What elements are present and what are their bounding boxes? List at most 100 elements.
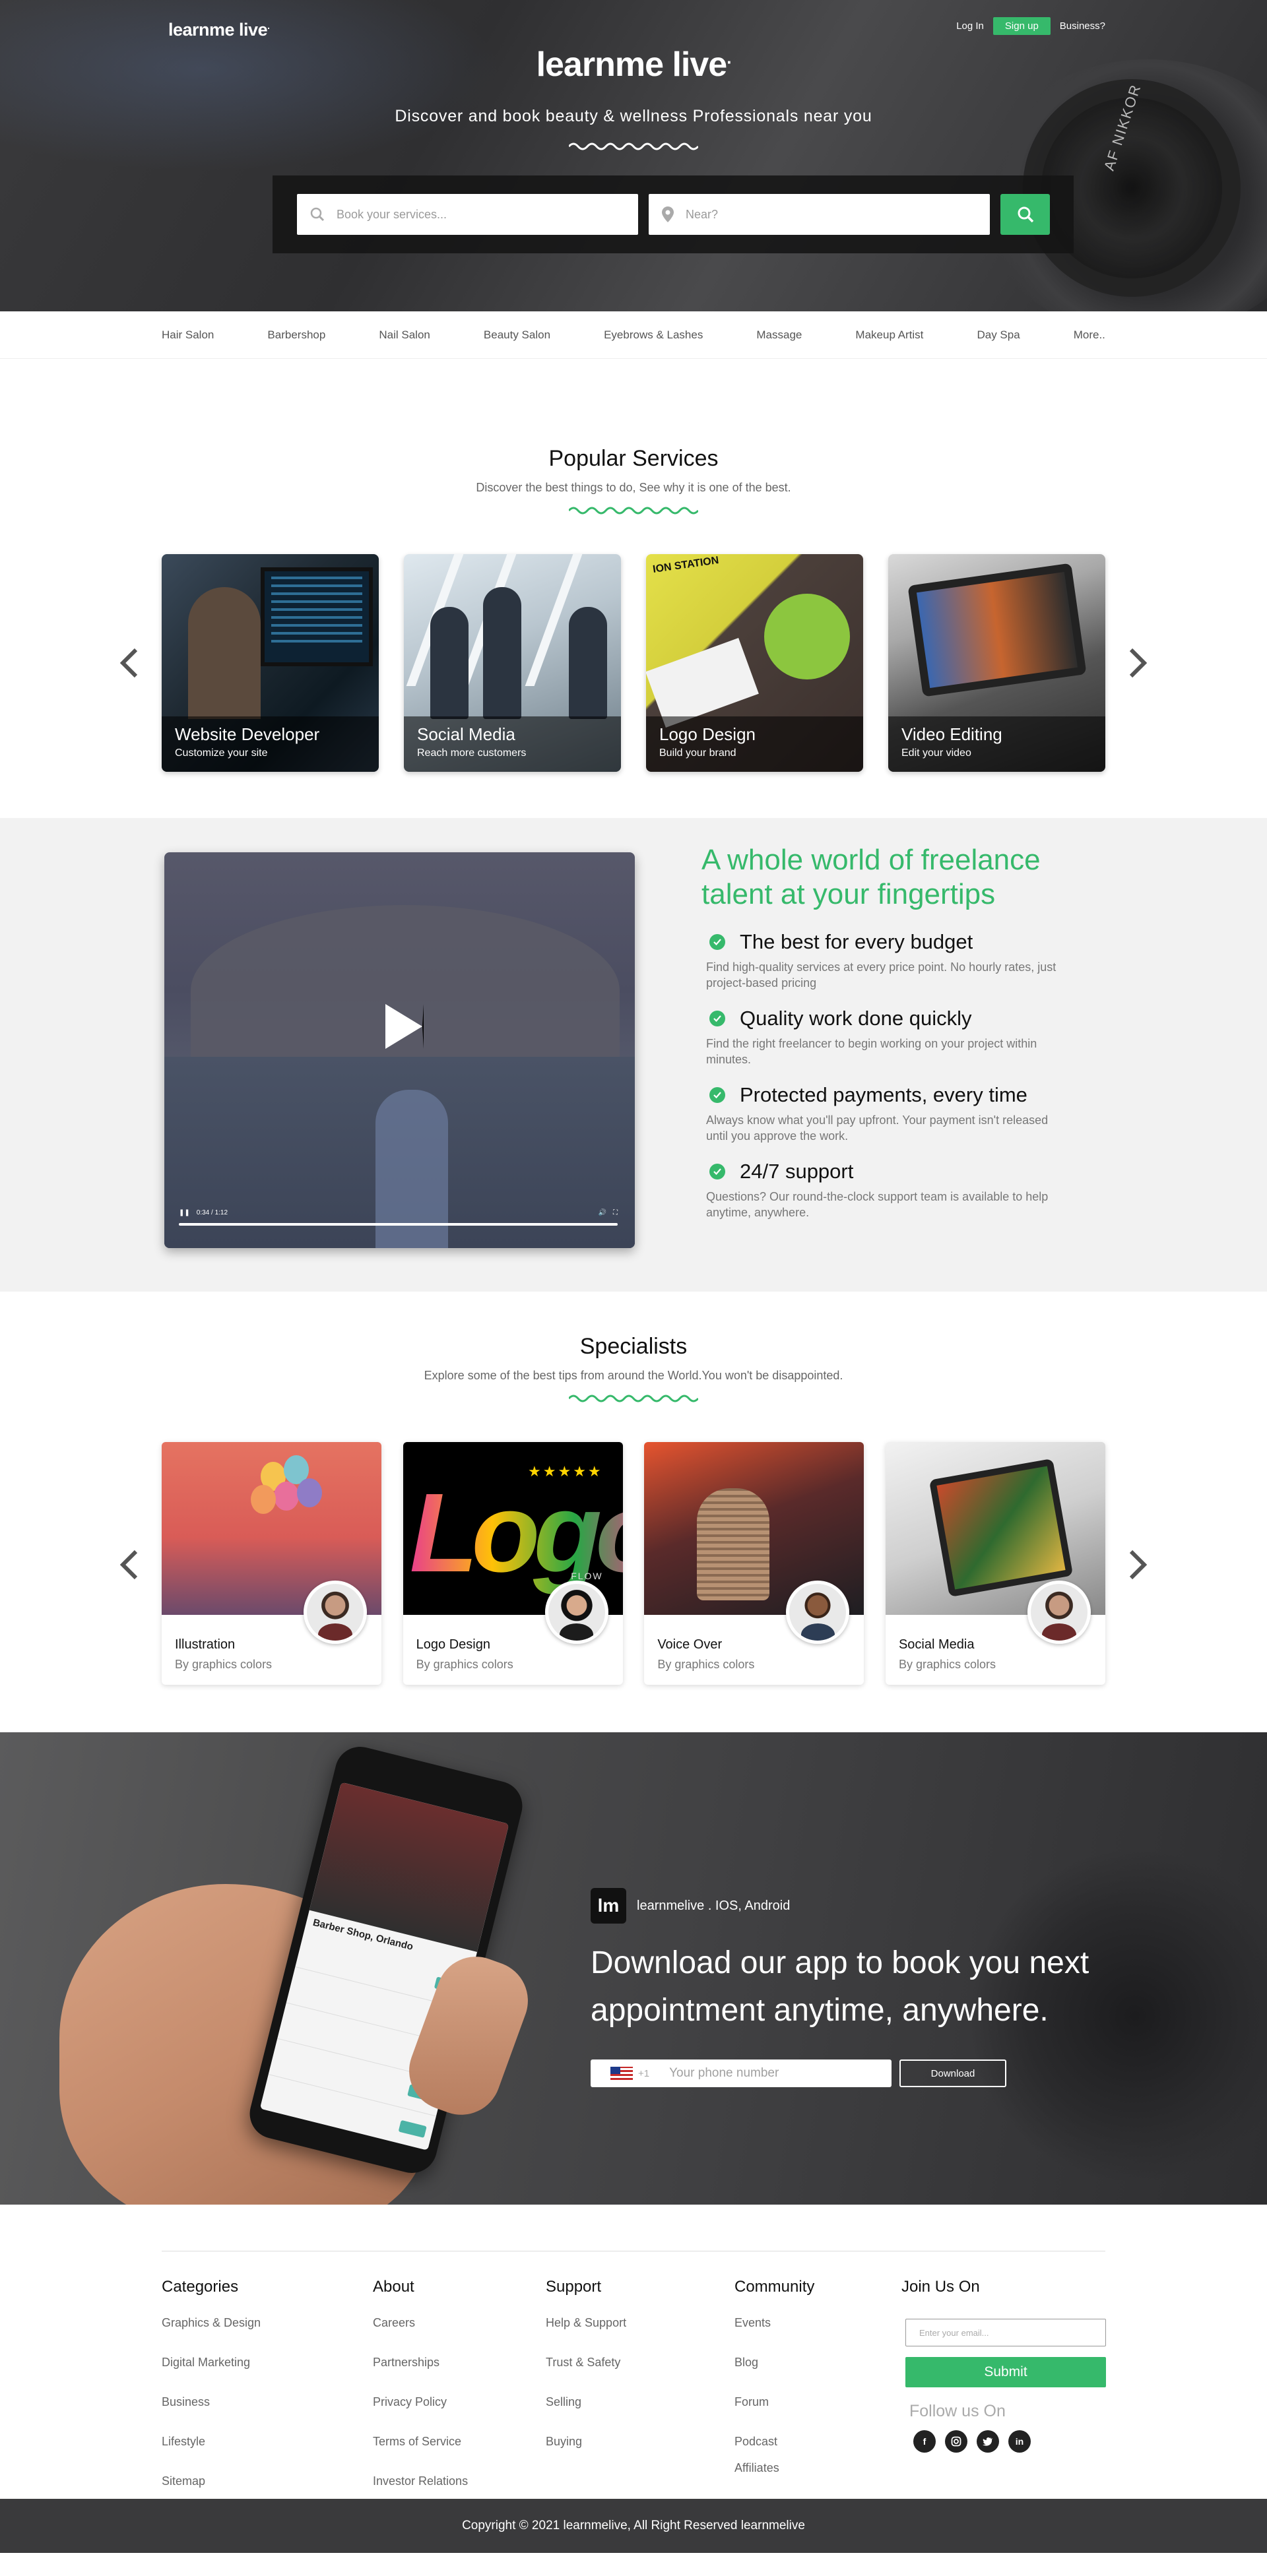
specialist-card[interactable]: Social Media By graphics colors <box>885 1442 1105 1685</box>
category-link[interactable]: More.. <box>1074 329 1105 342</box>
newsletter-email-input[interactable] <box>905 2319 1106 2346</box>
service-card[interactable]: Video Editing Edit your video <box>888 554 1105 772</box>
category-link[interactable]: Makeup Artist <box>855 329 923 342</box>
carousel-next-button[interactable] <box>1122 1545 1155 1585</box>
category-link[interactable]: Barbershop <box>267 329 325 342</box>
carousel-prev-button[interactable] <box>112 643 145 683</box>
signup-button[interactable]: Sign up <box>992 17 1051 35</box>
phone-number-field[interactable]: +1 <box>591 2059 892 2087</box>
service-card[interactable]: Website Developer Customize your site <box>162 554 379 772</box>
footer-link[interactable]: Partnerships <box>373 2356 468 2395</box>
specialist-card[interactable]: Logo★★★★★FLOW Logo Design By graphics co… <box>403 1442 623 1685</box>
service-card[interactable]: Social Media Reach more customers <box>404 554 621 772</box>
category-link[interactable]: Massage <box>756 329 802 342</box>
feature-heading: A whole world of freelance talent at you… <box>701 844 1041 910</box>
pause-icon[interactable]: ❚❚ <box>179 1209 190 1216</box>
check-circle-icon <box>709 1011 725 1026</box>
login-link[interactable]: Log In <box>956 20 984 32</box>
submit-button[interactable]: Submit <box>905 2357 1106 2387</box>
video-progress-bar[interactable] <box>179 1223 618 1226</box>
service-card[interactable]: ION STATION Logo Design Build your brand <box>646 554 863 772</box>
business-link[interactable]: Business? <box>1060 20 1105 32</box>
video-time: 0:34 / 1:12 <box>196 1209 228 1216</box>
footer-link[interactable]: Forum <box>734 2395 814 2435</box>
footer-columns: Categories Graphics & Design Digital Mar… <box>162 2251 1106 2529</box>
search-button[interactable] <box>1000 194 1050 235</box>
popular-title: Popular Services <box>548 446 719 471</box>
footer-link[interactable]: Careers <box>373 2316 468 2356</box>
footer-link[interactable]: Business <box>162 2395 261 2435</box>
search-icon <box>310 207 325 222</box>
copyright-bar: Copyright © 2021 learnmelive, All Right … <box>0 2499 1267 2553</box>
footer-link[interactable]: Privacy Policy <box>373 2395 468 2435</box>
footer-link[interactable]: Lifestyle <box>162 2435 261 2474</box>
hero-section: AF NIKKOR learnme live. Log In Sign up B… <box>0 0 1267 311</box>
specialist-subtitle: By graphics colors <box>175 1658 273 1671</box>
card-caption: Social Media Reach more customers <box>404 716 621 772</box>
location-search-input[interactable] <box>686 207 936 222</box>
footer-link[interactable]: Digital Marketing <box>162 2356 261 2395</box>
footer-link[interactable]: Events <box>734 2316 814 2356</box>
service-search-input[interactable] <box>337 207 587 222</box>
footer-link[interactable]: Help & Support <box>546 2316 626 2356</box>
card-subtitle: Edit your video <box>901 747 971 759</box>
carousel-next-button[interactable] <box>1122 643 1155 683</box>
hero-logo-mark: . <box>727 47 731 68</box>
specialist-card[interactable]: Illustration By graphics colors <box>162 1442 381 1685</box>
carousel-prev-button[interactable] <box>112 1545 145 1585</box>
footer-link[interactable]: Buying <box>546 2435 626 2474</box>
footer-link[interactable]: Terms of Service <box>373 2435 468 2474</box>
card-caption: Video Editing Edit your video <box>888 716 1105 772</box>
card-title: Social Media <box>417 724 515 744</box>
specialist-subtitle: By graphics colors <box>416 1658 513 1671</box>
feature-item-title: The best for every budget <box>740 930 973 953</box>
us-flag-icon[interactable] <box>610 2067 633 2080</box>
app-content: lm learnmelive . IOS, Android Download o… <box>591 1888 1132 2087</box>
location-search-field[interactable] <box>649 194 990 235</box>
search-icon <box>1018 206 1033 223</box>
fullscreen-icon[interactable]: ⛶ <box>613 1209 618 1216</box>
instagram-icon[interactable] <box>945 2430 967 2453</box>
facebook-icon[interactable]: f <box>913 2430 936 2453</box>
chevron-right-icon <box>1129 648 1148 678</box>
footer-col-title: Community <box>734 2278 815 2296</box>
video-player[interactable]: ❚❚ 0:34 / 1:12 🔊 ⛶ <box>164 852 635 1248</box>
linkedin-icon[interactable]: in <box>1008 2430 1031 2453</box>
specialist-subtitle: By graphics colors <box>657 1658 755 1671</box>
footer-link[interactable]: Blog <box>734 2356 814 2395</box>
app-platforms: learnmelive . IOS, Android <box>637 1898 791 1913</box>
feature-item-title: Quality work done quickly <box>740 1007 972 1030</box>
service-search-field[interactable] <box>297 194 638 235</box>
hero-logo: learnme live. <box>0 45 1267 84</box>
volume-icon[interactable]: 🔊 <box>599 1209 606 1216</box>
feature-item-desc: Find the right freelancer to begin worki… <box>706 1037 1037 1066</box>
check-circle-icon <box>709 934 725 950</box>
footer-col-about: About Careers Partnerships Privacy Polic… <box>373 2278 468 2514</box>
video-controls: ❚❚ 0:34 / 1:12 🔊 ⛶ <box>179 1206 618 1219</box>
specialist-cards: Illustration By graphics colors Logo★★★★… <box>162 1442 1105 1685</box>
feature-item: 24/7 support Questions? Our round-the-cl… <box>701 1160 1111 1220</box>
feature-item-desc: Find high-quality services at every pric… <box>706 960 1056 990</box>
chevron-left-icon <box>119 648 138 678</box>
twitter-icon[interactable] <box>977 2430 999 2453</box>
category-link[interactable]: Eyebrows & Lashes <box>604 329 703 342</box>
footer-link[interactable]: Selling <box>546 2395 626 2435</box>
category-link[interactable]: Day Spa <box>977 329 1020 342</box>
logo[interactable]: learnme live. <box>168 20 270 40</box>
footer-link[interactable]: Graphics & Design <box>162 2316 261 2356</box>
category-link[interactable]: Nail Salon <box>379 329 430 342</box>
app-brand: lm learnmelive . IOS, Android <box>591 1888 1132 1924</box>
footer-link[interactable]: Podcast <box>734 2435 814 2461</box>
download-button[interactable]: Download <box>899 2059 1006 2087</box>
feature-section: ❚❚ 0:34 / 1:12 🔊 ⛶ A whole world of free… <box>0 818 1267 1292</box>
specialists-section: Specialists Explore some of the best tip… <box>0 1292 1267 1732</box>
play-icon[interactable] <box>385 1004 424 1049</box>
footer-link[interactable]: Affiliates <box>734 2461 814 2501</box>
footer-link[interactable]: Trust & Safety <box>546 2356 626 2395</box>
specialist-card[interactable]: Voice Over By graphics colors <box>644 1442 864 1685</box>
phone-number-input[interactable] <box>669 2066 868 2081</box>
chevron-left-icon <box>119 1550 138 1580</box>
category-link[interactable]: Beauty Salon <box>484 329 550 342</box>
category-link[interactable]: Hair Salon <box>162 329 214 342</box>
footer-col-categories: Categories Graphics & Design Digital Mar… <box>162 2278 261 2514</box>
